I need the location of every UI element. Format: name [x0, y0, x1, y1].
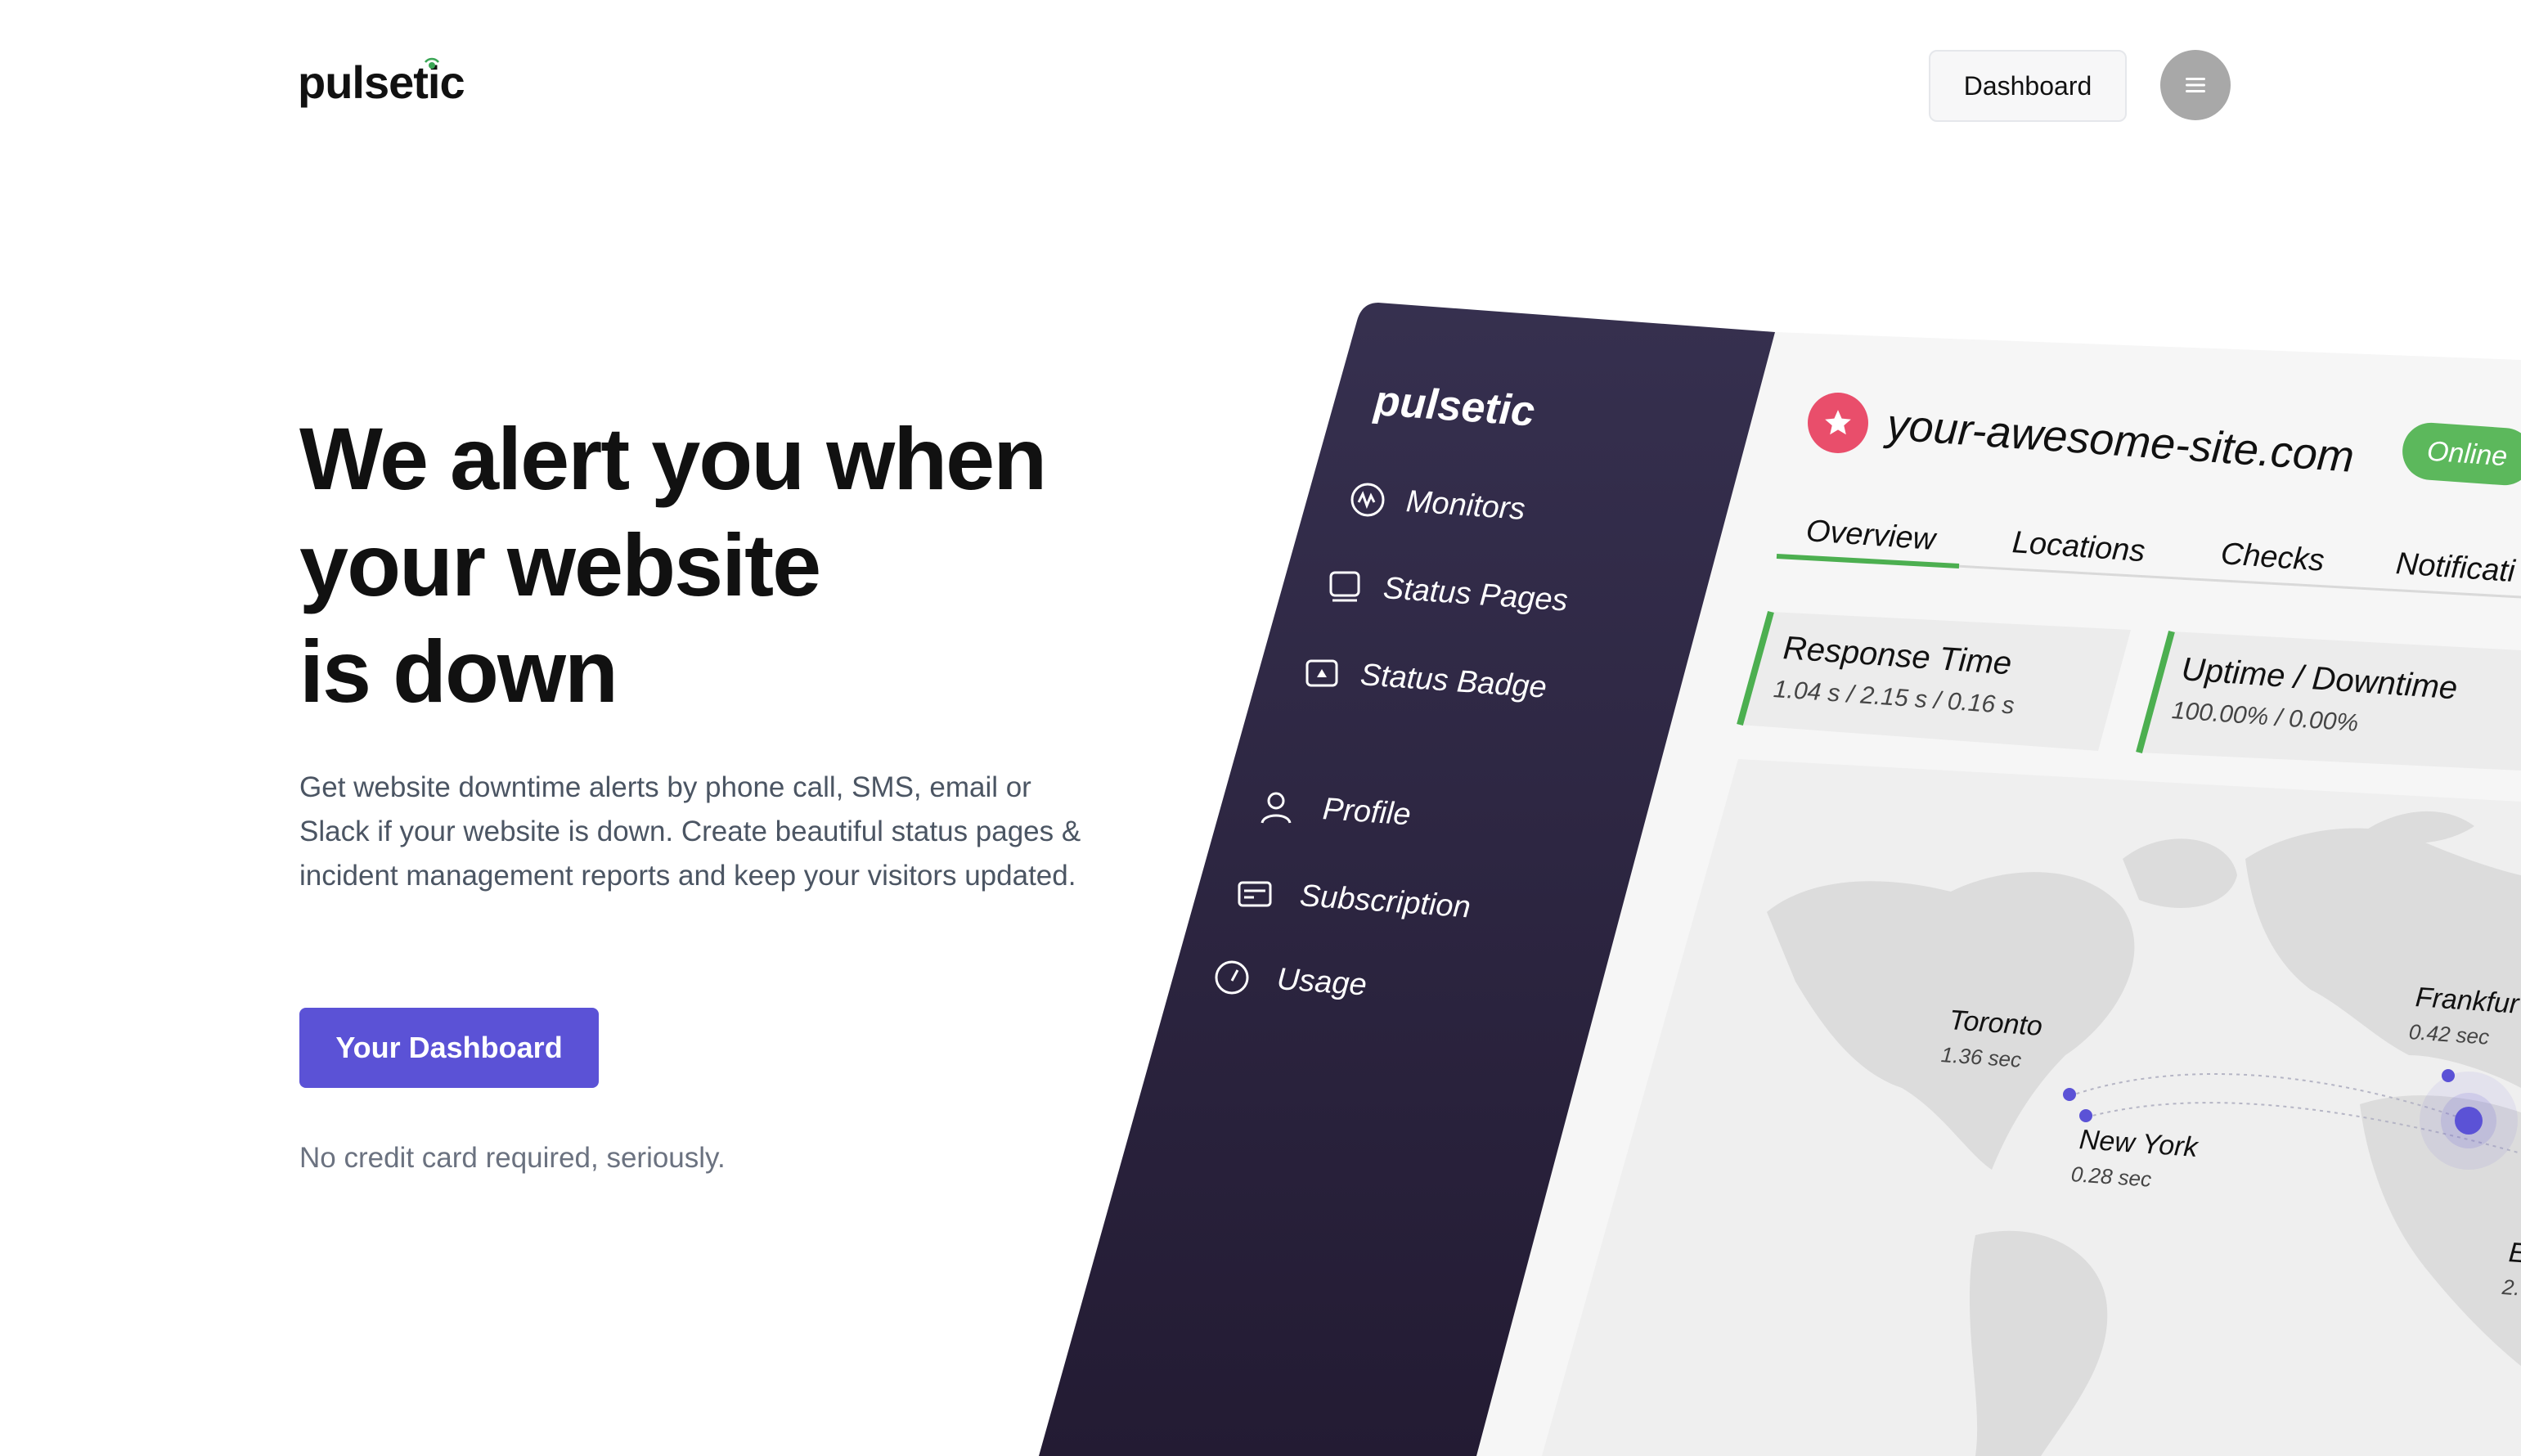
server-dot	[2455, 1107, 2483, 1135]
menu-button[interactable]	[2160, 50, 2231, 120]
new-york-dot	[2079, 1109, 2092, 1122]
dashboard-button[interactable]: Dashboard	[1929, 50, 2127, 122]
hero-headline: We alert you when your website is down	[299, 406, 1117, 725]
brand-logo[interactable]: pulsetic	[298, 56, 465, 109]
sidebar-item-profile[interactable]: Profile	[1322, 792, 1412, 833]
card-icon	[1238, 881, 1272, 907]
city-partial: E	[2507, 1237, 2521, 1270]
tab-checks[interactable]: Checks	[2220, 537, 2326, 579]
city-toronto: Toronto	[1948, 1004, 2044, 1042]
sidebar-item-usage[interactable]: Usage	[1276, 962, 1368, 1004]
hero-subtext: Get website downtime alerts by phone cal…	[299, 771, 1081, 892]
fine-print: No credit card required, seriously.	[299, 1142, 726, 1174]
status-page-icon	[1329, 571, 1360, 602]
badge-icon	[1305, 659, 1338, 687]
monitor-pulse-icon	[1350, 483, 1385, 517]
user-icon	[1260, 792, 1292, 824]
favorite-star-button[interactable]	[1808, 393, 1868, 453]
menu-icon	[2186, 78, 2205, 92]
app-mockup: pulsetic Monitors Status Pages Status Ba…	[1035, 303, 2521, 1456]
headline-line-1: We alert you when	[299, 409, 1047, 508]
headline-line-2: your website	[299, 515, 821, 614]
star-icon	[1825, 410, 1851, 435]
pulse-icon	[425, 57, 439, 69]
headline-line-3: is down	[299, 622, 618, 721]
city-partial-time: 2.	[2501, 1274, 2521, 1301]
gauge-icon	[1215, 960, 1249, 995]
status-badge: Online	[2400, 420, 2521, 488]
your-dashboard-button[interactable]: Your Dashboard	[299, 1008, 599, 1088]
toronto-dot	[2063, 1088, 2076, 1101]
